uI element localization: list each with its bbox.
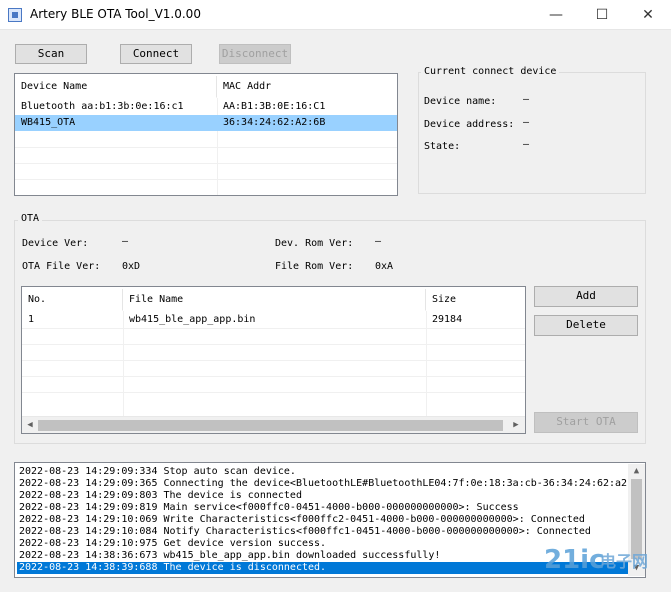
log-line: 2022-08-23 14:29:10:084 Notify Character…: [19, 526, 591, 537]
device-address-value: —: [523, 117, 530, 128]
device-row[interactable]: Bluetooth aa:b1:3b:0e:16:c1 AA:B1:3B:0E:…: [15, 99, 397, 115]
device-state-label: State:: [424, 141, 461, 152]
file-rom-ver-label: File Rom Ver:: [275, 261, 354, 272]
file-no: 1: [28, 314, 35, 325]
device-address-label: Device address:: [424, 119, 515, 130]
ota-file-list[interactable]: No. File Name Size 1 wb415_ble_app_app.b…: [21, 286, 526, 434]
window-title: Artery BLE OTA Tool_V1.0.00: [30, 7, 201, 21]
device-name: Bluetooth aa:b1:3b:0e:16:c1: [21, 101, 184, 112]
title-bar: Artery BLE OTA Tool_V1.0.00 — ☐ ✕: [0, 0, 671, 30]
scan-button[interactable]: Scan: [15, 44, 87, 64]
close-button[interactable]: ✕: [625, 0, 671, 30]
ota-group-label: OTA: [18, 213, 43, 224]
log-line: 2022-08-23 14:29:10:069 Write Characteri…: [19, 514, 585, 525]
minimize-button[interactable]: —: [533, 0, 579, 30]
log-lines: 2022-08-23 14:29:09:334 Stop auto scan d…: [17, 466, 634, 574]
ota-file-ver-label: OTA File Ver:: [22, 261, 101, 272]
scroll-right-icon[interactable]: ▶: [510, 419, 522, 432]
current-device-group: [418, 72, 646, 194]
watermark-brand: 21ic: [544, 545, 605, 575]
scroll-left-icon[interactable]: ◀: [24, 419, 36, 432]
log-line: 2022-08-23 14:38:36:673 wb415_ble_app_ap…: [19, 550, 441, 561]
column-header-no[interactable]: No.: [22, 289, 123, 311]
file-name: wb415_ble_app_app.bin: [129, 314, 256, 325]
dev-rom-ver-label: Dev. Rom Ver:: [275, 238, 354, 249]
device-name: WB415_OTA: [21, 117, 76, 128]
column-header-device-name[interactable]: Device Name: [15, 76, 217, 98]
delete-button[interactable]: Delete: [534, 315, 638, 336]
file-list-hscrollbar[interactable]: ◀ ▶: [22, 416, 525, 433]
column-header-file-name[interactable]: File Name: [123, 289, 426, 311]
log-line-selected: 2022-08-23 14:38:39:688 The device is di…: [17, 562, 629, 574]
scroll-thumb[interactable]: [38, 420, 503, 431]
file-row[interactable]: 1 wb415_ble_app_app.bin 29184: [22, 312, 525, 328]
log-line: 2022-08-23 14:29:09:803 The device is co…: [19, 490, 302, 501]
log-line: 2022-08-23 14:29:09:365 Connecting the d…: [19, 478, 634, 489]
app-icon: [8, 8, 22, 22]
maximize-button[interactable]: ☐: [579, 0, 625, 30]
ota-file-ver-value: 0xD: [122, 261, 141, 272]
device-mac: 36:34:24:62:A2:6B: [223, 117, 326, 128]
watermark-tagline: 电子网: [600, 552, 649, 571]
file-rom-ver-value: 0xA: [375, 261, 394, 272]
device-ver-label: Device Ver:: [22, 238, 89, 249]
connect-button[interactable]: Connect: [120, 44, 192, 64]
device-state-value: —: [523, 139, 530, 150]
current-device-group-label: Current connect device: [421, 66, 560, 77]
scroll-up-icon[interactable]: ▲: [630, 465, 643, 477]
column-header-mac-addr[interactable]: MAC Addr: [217, 76, 397, 98]
device-row-selected[interactable]: WB415_OTA 36:34:24:62:A2:6B: [15, 115, 397, 131]
device-ver-value: —: [122, 236, 129, 247]
device-list[interactable]: Device Name MAC Addr Bluetooth aa:b1:3b:…: [14, 73, 398, 196]
device-name-label: Device name:: [424, 96, 497, 107]
dev-rom-ver-value: —: [375, 236, 382, 247]
log-line: 2022-08-23 14:29:10:975 Get device versi…: [19, 538, 327, 549]
device-name-value: —: [523, 94, 530, 105]
scroll-thumb[interactable]: [631, 479, 642, 559]
device-mac: AA:B1:3B:0E:16:C1: [223, 101, 326, 112]
disconnect-button[interactable]: Disconnect: [219, 44, 291, 64]
log-line: 2022-08-23 14:29:09:819 Main service<f00…: [19, 502, 519, 513]
column-header-size[interactable]: Size: [426, 289, 525, 311]
add-button[interactable]: Add: [534, 286, 638, 307]
file-size: 29184: [432, 314, 463, 325]
log-line: 2022-08-23 14:29:09:334 Stop auto scan d…: [19, 466, 296, 477]
start-ota-button[interactable]: Start OTA: [534, 412, 638, 433]
